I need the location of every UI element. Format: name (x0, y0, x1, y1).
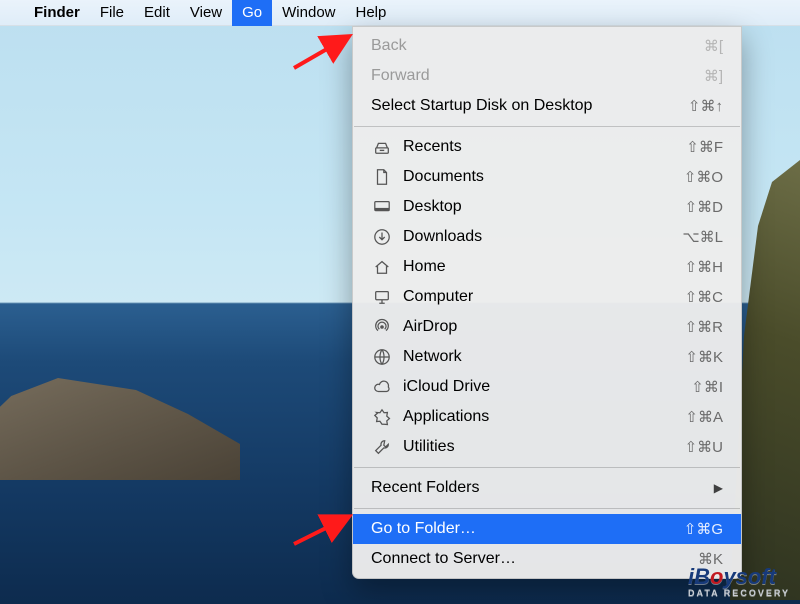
menu-label: Select Startup Disk on Desktop (371, 97, 688, 115)
menu-item-forward: Forward ⌘] (353, 61, 741, 91)
menu-shortcut: ⇧⌘D (685, 198, 723, 216)
menu-label: Back (371, 37, 704, 55)
menu-shortcut: ⇧⌘F (686, 138, 723, 156)
menu-item-recent-folders[interactable]: Recent Folders ▶ (353, 473, 741, 503)
menubar-item-view[interactable]: View (180, 0, 232, 26)
watermark-tagline: DATA RECOVERY (688, 588, 790, 598)
menubar-item-help[interactable]: Help (346, 0, 397, 26)
menu-shortcut: ⇧⌘A (685, 408, 723, 426)
menu-item-connect-to-server[interactable]: Connect to Server… ⌘K (353, 544, 741, 574)
menu-item-desktop[interactable]: Desktop ⇧⌘D (353, 192, 741, 222)
network-icon (371, 348, 393, 366)
menu-item-airdrop[interactable]: AirDrop ⇧⌘R (353, 312, 741, 342)
menu-separator (354, 126, 740, 127)
menu-label: Applications (403, 408, 685, 426)
menu-label: Network (403, 348, 685, 366)
menu-label: Home (403, 258, 685, 276)
annotation-arrow-bottom (290, 508, 360, 548)
menu-label: Computer (403, 288, 685, 306)
documents-icon (371, 168, 393, 186)
apple-menu[interactable] (14, 10, 24, 16)
menu-shortcut: ⌥⌘L (682, 228, 723, 246)
menu-item-home[interactable]: Home ⇧⌘H (353, 252, 741, 282)
menu-shortcut: ⇧⌘I (691, 378, 723, 396)
menu-label: Desktop (403, 198, 685, 216)
wallpaper-rock (0, 300, 320, 604)
desktop-icon (371, 198, 393, 216)
go-menu-dropdown: Back ⌘[ Forward ⌘] Select Startup Disk o… (352, 26, 742, 579)
downloads-icon (371, 228, 393, 246)
airdrop-icon (371, 318, 393, 336)
menu-shortcut: ⇧⌘G (684, 520, 723, 538)
computer-icon (371, 288, 393, 306)
menu-item-utilities[interactable]: Utilities ⇧⌘U (353, 432, 741, 462)
menu-item-network[interactable]: Network ⇧⌘K (353, 342, 741, 372)
menu-shortcut: ⇧⌘U (685, 438, 723, 456)
menu-label: Connect to Server… (371, 550, 698, 568)
menubar-app-name[interactable]: Finder (24, 0, 90, 26)
menu-separator (354, 467, 740, 468)
menu-shortcut: ⇧⌘O (684, 168, 723, 186)
menu-label: AirDrop (403, 318, 685, 336)
menubar-item-edit[interactable]: Edit (134, 0, 180, 26)
submenu-arrow-icon: ▶ (714, 481, 723, 495)
menu-separator (354, 508, 740, 509)
menu-label: Documents (403, 168, 684, 186)
applications-icon (371, 408, 393, 426)
menu-shortcut: ⇧⌘H (685, 258, 723, 276)
menu-item-select-startup-disk[interactable]: Select Startup Disk on Desktop ⇧⌘↑ (353, 91, 741, 121)
icloud-icon (371, 378, 393, 396)
menu-label: Recents (403, 138, 686, 156)
menu-shortcut: ⇧⌘C (685, 288, 723, 306)
menu-label: Utilities (403, 438, 685, 456)
menu-label: Forward (371, 67, 704, 85)
menu-item-applications[interactable]: Applications ⇧⌘A (353, 402, 741, 432)
menu-label: Go to Folder… (371, 520, 684, 538)
menu-shortcut: ⌘[ (704, 37, 723, 55)
menu-item-back: Back ⌘[ (353, 31, 741, 61)
menu-item-documents[interactable]: Documents ⇧⌘O (353, 162, 741, 192)
menu-label: iCloud Drive (403, 378, 691, 396)
annotation-arrow-top (290, 32, 360, 72)
menu-shortcut: ⇧⌘↑ (688, 97, 723, 115)
recents-icon (371, 138, 393, 156)
menu-item-icloud-drive[interactable]: iCloud Drive ⇧⌘I (353, 372, 741, 402)
menu-shortcut: ⇧⌘K (685, 348, 723, 366)
menubar-item-file[interactable]: File (90, 0, 134, 26)
menu-item-recents[interactable]: Recents ⇧⌘F (353, 132, 741, 162)
menubar-item-go[interactable]: Go (232, 0, 272, 26)
menu-label: Recent Folders (371, 479, 706, 497)
utilities-icon (371, 438, 393, 456)
menubar: Finder File Edit View Go Window Help (0, 0, 800, 26)
home-icon (371, 258, 393, 276)
menubar-item-window[interactable]: Window (272, 0, 345, 26)
menu-item-downloads[interactable]: Downloads ⌥⌘L (353, 222, 741, 252)
watermark-logo: iBoysoft DATA RECOVERY (688, 564, 790, 598)
menu-label: Downloads (403, 228, 682, 246)
menu-shortcut: ⇧⌘R (685, 318, 723, 336)
watermark-text: iBoysoft (688, 564, 776, 589)
menu-shortcut: ⌘] (704, 67, 723, 85)
menu-item-computer[interactable]: Computer ⇧⌘C (353, 282, 741, 312)
menu-item-go-to-folder[interactable]: Go to Folder… ⇧⌘G (353, 514, 741, 544)
